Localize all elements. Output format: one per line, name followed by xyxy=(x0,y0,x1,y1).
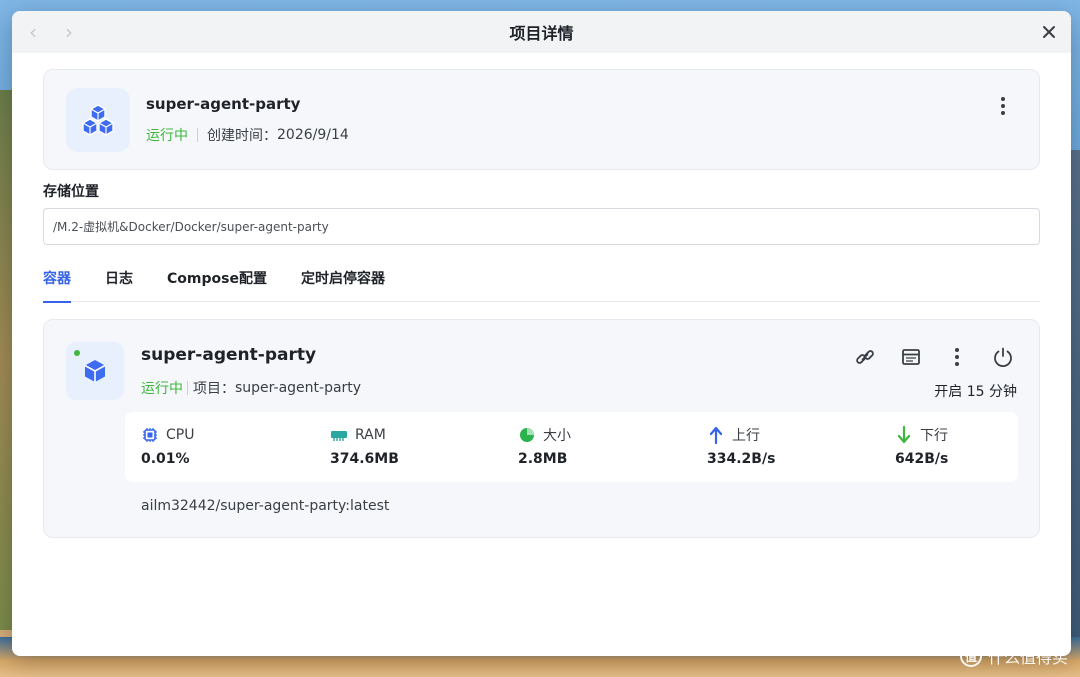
project-summary-card: super-agent-party 运行中 创建时间： 2026/9/14 xyxy=(43,69,1040,170)
stat-label: CPU xyxy=(166,427,195,443)
power-icon xyxy=(994,347,1012,368)
pie-chart-icon xyxy=(518,426,536,444)
container-cube-icon xyxy=(66,342,124,400)
window-title: 项目详情 xyxy=(509,24,574,43)
arrow-up-icon xyxy=(707,426,725,444)
divider xyxy=(187,381,188,395)
watermark: 值 什么值得买 xyxy=(959,643,1068,669)
close-button[interactable] xyxy=(1037,20,1061,44)
stat-upload: 上行 334.2B/s xyxy=(707,424,775,467)
created-date: 2026/9/14 xyxy=(277,127,349,143)
container-status: 运行中 xyxy=(141,381,183,397)
container-actions xyxy=(849,343,1019,371)
stat-value: 374.6MB xyxy=(330,451,399,467)
running-status-dot xyxy=(74,350,80,356)
stat-download: 下行 642B/s xyxy=(895,424,948,467)
container-card[interactable]: super-agent-party 运行中 项目： super-agent-pa… xyxy=(43,319,1040,538)
back-arrow-icon[interactable]: ‹ xyxy=(24,20,42,44)
tab-bar: 容器 日志 Compose配置 定时启停容器 xyxy=(43,263,1040,303)
link-icon xyxy=(856,350,874,364)
project-more-button[interactable] xyxy=(991,94,1015,118)
more-vertical-icon xyxy=(1001,97,1005,115)
project-details-window: ‹ › 项目详情 super-agent-party 运行中 创建时间： 202… xyxy=(12,11,1071,656)
container-stats-panel: CPU 0.01% RAM 374.6MB 大小 2.8MB 上行 334.2B… xyxy=(125,412,1018,482)
container-uptime: 开启 15 分钟 xyxy=(934,384,1017,400)
stat-label: 上行 xyxy=(732,428,760,444)
cubes-icon xyxy=(66,88,130,152)
stat-cpu: CPU 0.01% xyxy=(141,424,194,467)
forward-arrow-icon[interactable]: › xyxy=(60,20,78,44)
divider xyxy=(197,128,198,142)
container-meta: 运行中 项目： super-agent-party xyxy=(141,378,361,398)
project-value: super-agent-party xyxy=(235,380,362,396)
stat-value: 642B/s xyxy=(895,451,949,467)
project-label: 项目： xyxy=(193,381,235,397)
stat-value: 334.2B/s xyxy=(707,451,776,467)
project-meta: 运行中 创建时间： 2026/9/14 xyxy=(146,125,349,145)
storage-path-field[interactable] xyxy=(43,208,1040,245)
stat-value: 2.8MB xyxy=(518,451,568,467)
project-name: super-agent-party xyxy=(146,95,301,113)
arrow-down-icon xyxy=(895,426,913,444)
storage-label: 存储位置 xyxy=(43,184,99,200)
cpu-icon xyxy=(141,426,159,444)
tab-logs[interactable]: 日志 xyxy=(105,263,133,302)
more-vertical-icon xyxy=(955,348,959,366)
container-name: super-agent-party xyxy=(141,345,317,365)
stat-ram: RAM 374.6MB xyxy=(330,424,399,467)
stat-label: 下行 xyxy=(920,428,948,444)
project-status: 运行中 xyxy=(146,128,188,144)
watermark-text: 什么值得买 xyxy=(987,648,1068,667)
tab-containers[interactable]: 容器 xyxy=(43,263,71,303)
stat-size: 大小 2.8MB xyxy=(518,424,571,467)
stat-label: 大小 xyxy=(543,428,571,444)
open-link-button[interactable] xyxy=(849,343,881,371)
watermark-badge: 值 xyxy=(959,645,982,667)
browser-window-icon xyxy=(902,349,920,365)
tab-compose-config[interactable]: Compose配置 xyxy=(167,263,267,302)
stat-label: RAM xyxy=(355,427,386,443)
power-button[interactable] xyxy=(987,343,1019,371)
nav-arrows: ‹ › xyxy=(24,11,78,53)
close-icon xyxy=(1043,26,1055,38)
container-more-button[interactable] xyxy=(941,343,973,371)
open-window-button[interactable] xyxy=(895,343,927,371)
created-label: 创建时间： xyxy=(207,128,277,144)
stat-value: 0.01% xyxy=(141,451,190,467)
tab-scheduled-start-stop[interactable]: 定时启停容器 xyxy=(301,263,385,302)
ram-icon xyxy=(330,426,348,444)
titlebar: ‹ › 项目详情 xyxy=(12,11,1071,53)
container-image-name: ailm32442/super-agent-party:latest xyxy=(141,498,390,514)
